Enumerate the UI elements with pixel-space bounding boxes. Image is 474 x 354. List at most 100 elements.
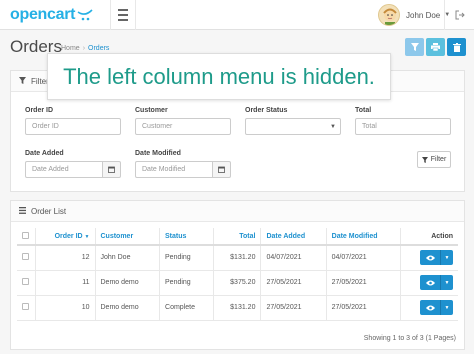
logout-button[interactable] — [444, 0, 474, 30]
delete-button[interactable] — [447, 38, 466, 56]
date-modified-cell: 27/05/2021 — [325, 295, 401, 321]
total-cell: $131.20 — [212, 295, 261, 321]
breadcrumb-orders[interactable]: Orders — [88, 45, 109, 52]
action-button-group: ▼ — [420, 275, 453, 290]
view-order-button[interactable] — [420, 250, 440, 266]
opencart-logo[interactable]: opencart — [10, 5, 93, 25]
calendar-icon — [108, 166, 115, 173]
order-id-cell: 10 — [34, 295, 95, 321]
orders-table: Order ID ▼ Customer Status Total Date Ad… — [17, 228, 458, 321]
action-dropdown-button[interactable]: ▼ — [440, 275, 453, 290]
row-checkbox[interactable] — [22, 253, 29, 261]
col-total[interactable]: Total — [212, 228, 261, 246]
eye-icon — [425, 280, 435, 285]
status-cell: Complete — [159, 295, 214, 321]
user-name: John Doe — [406, 10, 441, 20]
filter-icon — [421, 156, 428, 163]
table-header-row: Order ID ▼ Customer Status Total Date Ad… — [17, 228, 458, 246]
col-order-id[interactable]: Order ID ▼ — [34, 228, 95, 246]
date-added-group: Date Added — [25, 161, 121, 178]
date-added-input[interactable]: Date Added — [25, 161, 103, 178]
caret-down-icon: ▼ — [444, 254, 450, 261]
col-action: Action — [400, 228, 458, 246]
eye-icon — [425, 255, 435, 261]
breadcrumb: Home › Orders — [61, 45, 110, 52]
date-modified-label: Date Modified — [135, 150, 181, 157]
filter-button[interactable]: Filter — [417, 151, 451, 168]
table-row: 11 Demo demo Pending $375.20 27/05/2021 … — [17, 270, 458, 296]
order-status-label: Order Status — [245, 107, 288, 114]
status-cell: Pending — [159, 270, 214, 296]
order-list-panel: Order List Order ID ▼ Customer Status To… — [10, 200, 465, 350]
filter-icon — [410, 43, 419, 51]
table-row: 12 John Doe Pending $131.20 04/07/2021 0… — [17, 245, 458, 271]
filter-icon — [19, 76, 26, 86]
total-cell: $375.20 — [212, 270, 261, 296]
date-modified-input[interactable]: Date Modified — [135, 161, 213, 178]
action-cell: ▼ — [400, 270, 458, 296]
view-order-button[interactable] — [420, 275, 440, 290]
view-order-button[interactable] — [420, 300, 440, 315]
table-row: 10 Demo demo Complete $131.20 27/05/2021… — [17, 295, 458, 321]
select-all-checkbox[interactable] — [22, 231, 29, 239]
action-cell: ▼ — [400, 245, 458, 271]
total-cell: $131.20 — [212, 245, 261, 271]
cart-icon — [77, 9, 93, 21]
order-id-input[interactable]: Order ID — [25, 118, 121, 135]
notice-banner: The left column menu is hidden. — [47, 53, 391, 100]
breadcrumb-home[interactable]: Home — [61, 45, 80, 52]
date-added-label: Date Added — [25, 150, 64, 157]
logout-icon — [455, 10, 465, 20]
action-button-group: ▼ — [420, 250, 453, 266]
print-icon — [431, 43, 440, 51]
order-id-label: Order ID — [25, 107, 54, 114]
action-dropdown-button[interactable]: ▼ — [440, 250, 453, 266]
status-cell: Pending — [159, 245, 214, 271]
row-checkbox-cell — [17, 245, 35, 271]
row-checkbox-cell — [17, 270, 35, 296]
order-id-cell: 11 — [34, 270, 95, 296]
customer-input[interactable]: Customer — [135, 118, 231, 135]
date-added-cell: 27/05/2021 — [260, 295, 327, 321]
customer-cell: Demo demo — [94, 295, 160, 321]
col-date-added[interactable]: Date Added — [260, 228, 327, 246]
select-caret-icon: ▼ — [330, 124, 336, 130]
action-cell: ▼ — [400, 295, 458, 321]
print-invoice-button[interactable] — [426, 38, 445, 56]
date-added-cell: 27/05/2021 — [260, 270, 327, 296]
col-customer[interactable]: Customer — [94, 228, 160, 246]
order-id-cell: 12 — [34, 245, 95, 271]
toggle-filter-button[interactable] — [405, 38, 424, 56]
row-checkbox[interactable] — [22, 278, 29, 285]
total-input[interactable]: Total — [355, 118, 451, 135]
col-status[interactable]: Status — [159, 228, 214, 246]
order-status-select[interactable]: ▼ — [245, 118, 341, 135]
date-modified-calendar-button[interactable] — [213, 161, 231, 178]
top-header: opencart John Doe ▼ — [0, 0, 474, 30]
date-added-calendar-button[interactable] — [103, 161, 121, 178]
select-all-cell — [17, 228, 35, 246]
customer-cell: John Doe — [94, 245, 160, 271]
date-modified-cell: 27/05/2021 — [325, 270, 401, 296]
list-icon — [19, 206, 26, 216]
row-checkbox-cell — [17, 295, 35, 321]
user-menu[interactable]: John Doe ▼ — [378, 2, 450, 28]
col-date-modified[interactable]: Date Modified — [325, 228, 401, 246]
action-button-group: ▼ — [420, 300, 453, 315]
date-modified-group: Date Modified — [135, 161, 231, 178]
caret-down-icon: ▼ — [444, 279, 450, 286]
eye-icon — [425, 305, 435, 310]
filter-button-label: Filter — [430, 156, 447, 163]
customer-label: Customer — [135, 107, 168, 114]
total-label: Total — [355, 107, 372, 114]
hamburger-icon — [118, 8, 128, 23]
action-dropdown-button[interactable]: ▼ — [440, 300, 453, 315]
menu-toggle-button[interactable] — [110, 0, 136, 30]
row-checkbox[interactable] — [22, 303, 29, 310]
user-avatar — [378, 4, 400, 26]
order-list-heading: Order List — [11, 201, 464, 222]
date-modified-cell: 04/07/2021 — [325, 245, 401, 271]
order-list-heading-text: Order List — [31, 206, 67, 216]
pagination-info: Showing 1 to 3 of 3 (1 Pages) — [363, 335, 456, 342]
date-added-cell: 04/07/2021 — [260, 245, 327, 271]
